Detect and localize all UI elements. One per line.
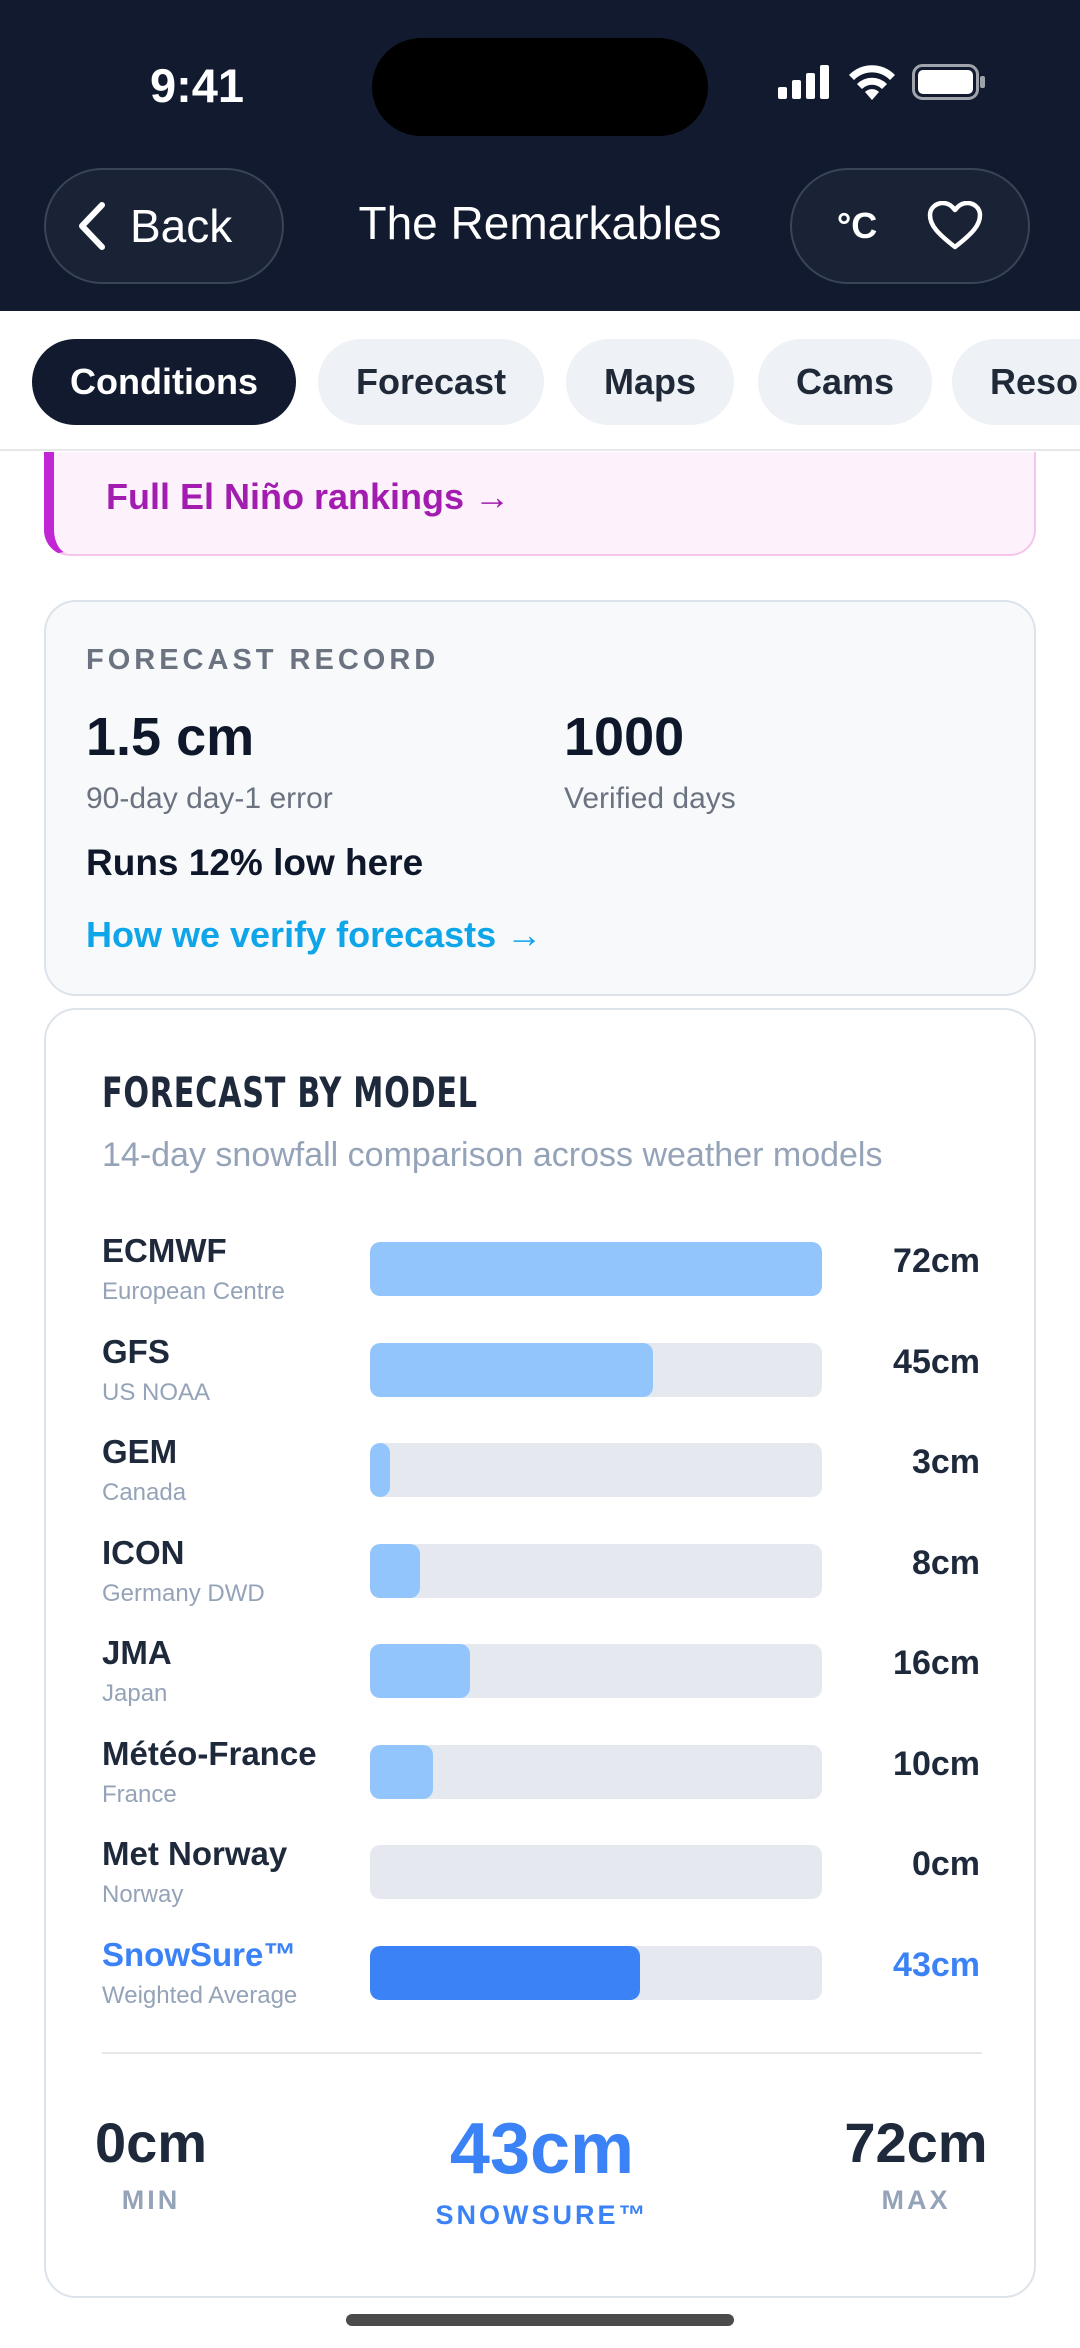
model-value: 72cm: [893, 1242, 980, 1280]
snowsure-label: SNOWSURE™: [435, 2200, 649, 2230]
model-org: European Centre: [102, 1278, 285, 1305]
model-row: SnowSure™ Weighted Average 43cm: [46, 1936, 1034, 2036]
heart-icon: [927, 201, 983, 250]
tab-resorts[interactable]: Resor: [952, 339, 1080, 425]
section-tabs: Conditions Forecast Maps Cams Resor: [0, 311, 1080, 451]
min-value: 0cm: [94, 2111, 208, 2174]
snowfall-bar: [370, 1744, 433, 1799]
tab-conditions[interactable]: Conditions: [32, 339, 296, 425]
snowfall-bar: [370, 1945, 640, 2000]
forecast-record-label: FORECAST RECORD: [86, 644, 440, 676]
top-bar: 9:41 Back The Remarkables °C: [0, 0, 1080, 311]
snowsure-value: 43cm: [449, 2109, 635, 2189]
snowfall-bar: [370, 1443, 390, 1497]
snowfall-bar: [370, 1342, 653, 1397]
wifi-icon: [849, 65, 895, 100]
model-name: Met Norway: [102, 1835, 288, 1872]
divider: [102, 2052, 982, 2054]
snowfall-bar-track: [370, 1342, 822, 1397]
min-summary: 0cm MIN: [76, 2110, 226, 2216]
model-name: ICON: [102, 1533, 185, 1571]
error-caption: 90-day day-1 error: [86, 782, 333, 815]
tab-forecast[interactable]: Forecast: [318, 339, 545, 425]
model-value: 16cm: [893, 1644, 980, 1682]
unit-toggle-button[interactable]: °C: [837, 205, 877, 247]
favorite-button[interactable]: [927, 201, 983, 251]
model-row: GFS US NOAA 45cm: [46, 1333, 1034, 1433]
model-org: Weighted Average: [102, 1981, 298, 2009]
model-name: GEM: [102, 1433, 178, 1470]
model-org: Canada: [102, 1479, 187, 1506]
models-subtitle: 14-day snowfall comparison across weathe…: [102, 1136, 883, 1174]
model-name: SnowSure™: [102, 1935, 297, 1973]
verified-days-value: 1000: [564, 707, 685, 767]
snowfall-bar-track: [370, 1543, 822, 1598]
model-row: ICON Germany DWD 8cm: [46, 1534, 1034, 1634]
home-indicator[interactable]: [346, 2314, 734, 2326]
model-org: Norway: [102, 1881, 184, 1908]
max-label: MAX: [881, 2185, 951, 2215]
elnino-card: Full El Niño rankings →: [44, 452, 1036, 556]
forecast-record-card: FORECAST RECORD 1.5 cm 90-day day-1 erro…: [44, 600, 1036, 996]
snowfall-bar: [370, 1644, 470, 1698]
model-name: JMA: [102, 1634, 172, 1671]
max-summary: 72cm MAX: [836, 2110, 996, 2216]
model-value: 45cm: [893, 1342, 980, 1381]
model-org: Japan: [102, 1680, 168, 1707]
snowfall-bar-track: [370, 1644, 822, 1698]
model-org: Germany DWD: [102, 1579, 265, 1607]
forecast-by-model-card: FORECAST BY MODEL 14-day snowfall compar…: [44, 1008, 1036, 2298]
model-org: US NOAA: [102, 1378, 211, 1406]
model-value: 10cm: [893, 1744, 980, 1783]
back-button[interactable]: Back: [44, 168, 284, 284]
model-value: 43cm: [893, 1945, 980, 1984]
snowfall-bar-track: [370, 1845, 822, 1899]
verified-days-caption: Verified days: [564, 782, 736, 815]
model-row: Met Norway Norway 0cm: [46, 1835, 1034, 1935]
model-name: GFS: [102, 1332, 170, 1370]
snowfall-bar-track: [370, 1744, 822, 1799]
snowfall-bar: [370, 1242, 822, 1296]
model-org: France: [102, 1780, 177, 1808]
signal-icon: [778, 65, 829, 99]
battery-icon: [912, 64, 985, 100]
tab-cams[interactable]: Cams: [758, 339, 933, 425]
model-row: JMA Japan 16cm: [46, 1634, 1034, 1734]
models-title: FORECAST BY MODEL: [102, 1068, 478, 1117]
snowfall-bar-track: [370, 1443, 822, 1497]
max-value: 72cm: [844, 2111, 988, 2174]
min-label: MIN: [121, 2185, 181, 2215]
model-value: 0cm: [911, 1845, 980, 1883]
verify-forecasts-link[interactable]: How we verify forecasts →: [86, 914, 542, 956]
snowfall-bar: [370, 1543, 420, 1598]
elnino-rankings-link[interactable]: Full El Niño rankings →: [106, 476, 510, 518]
snowfall-bar-track: [370, 1242, 822, 1296]
model-row: Météo-France France 10cm: [46, 1735, 1034, 1835]
tab-maps[interactable]: Maps: [566, 339, 735, 425]
header-actions: °C: [790, 168, 1030, 284]
status-time: 9:41: [150, 59, 245, 112]
snowfall-bar-track: [370, 1945, 822, 2000]
dynamic-island: [372, 38, 708, 136]
model-value: 8cm: [911, 1543, 980, 1582]
status-icons: [778, 64, 986, 100]
model-name: Météo-France: [102, 1734, 317, 1772]
model-row: GEM Canada 3cm: [46, 1433, 1034, 1533]
chevron-left-icon: [76, 201, 106, 251]
page-title: The Remarkables: [358, 197, 722, 249]
snowsure-summary: 43cm SNOWSURE™: [392, 2108, 692, 2231]
model-value: 3cm: [911, 1443, 980, 1481]
model-name: ECMWF: [102, 1232, 227, 1269]
bias-note: Runs 12% low here: [86, 842, 424, 883]
model-row: ECMWF European Centre 72cm: [46, 1232, 1034, 1332]
back-label: Back: [130, 200, 233, 252]
error-value: 1.5 cm: [86, 707, 255, 767]
